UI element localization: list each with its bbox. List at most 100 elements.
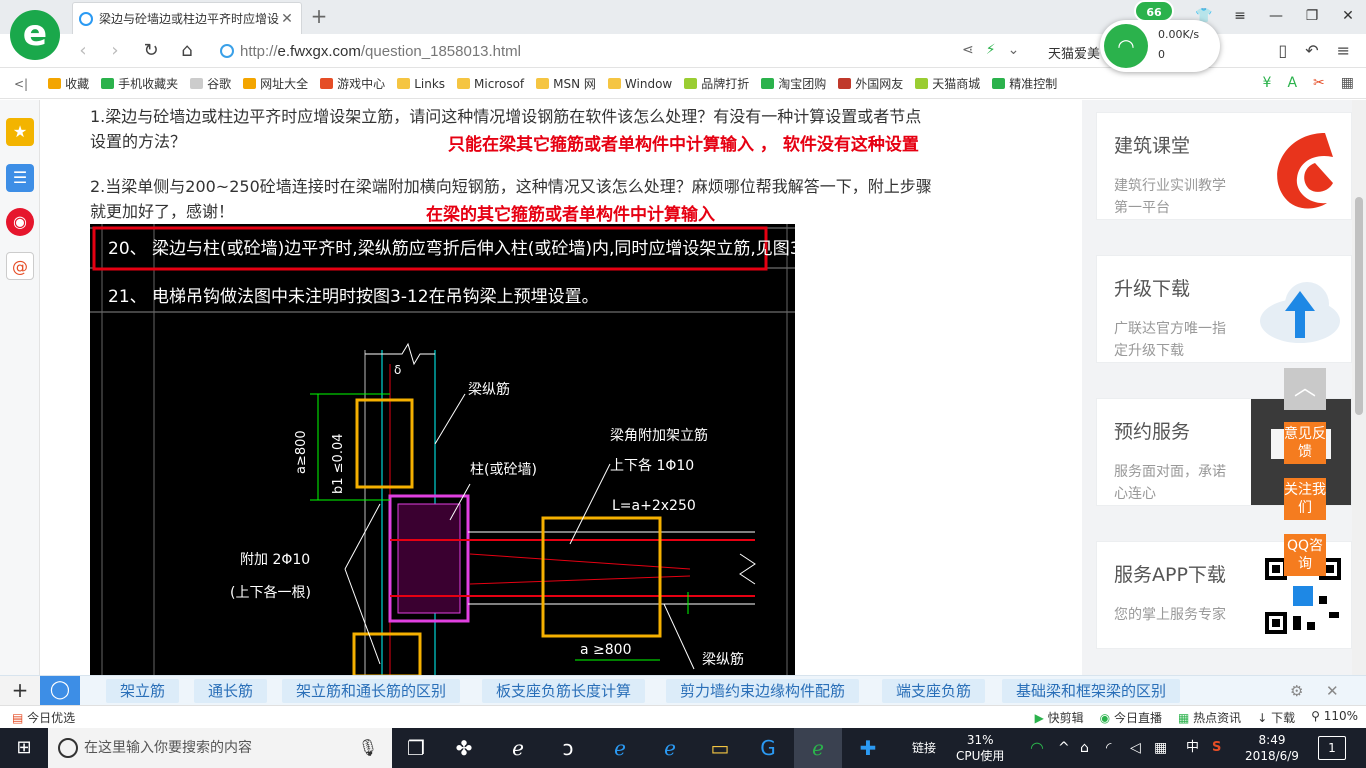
bookmark-item[interactable]: 收藏 xyxy=(48,75,89,92)
feedback-button[interactable]: 意见反馈 xyxy=(1284,422,1326,464)
page-scrollbar[interactable] xyxy=(1352,100,1366,675)
system-clock[interactable]: 8:49 2018/6/9 xyxy=(1242,732,1302,764)
forward-icon[interactable]: › xyxy=(104,40,126,61)
keyword-tag[interactable]: 架立筋和通长筋的区别 xyxy=(282,679,461,703)
bookmark-item[interactable]: MSN 网 xyxy=(536,75,596,92)
notification-center-icon[interactable]: 1 xyxy=(1318,736,1346,760)
undo-icon[interactable]: ↶ xyxy=(1305,41,1318,60)
close-window-button[interactable]: ✕ xyxy=(1330,0,1366,34)
ie-icon[interactable]: ℯ xyxy=(646,728,694,768)
bookmark-item[interactable]: 游戏中心 xyxy=(320,75,385,92)
menu-icon[interactable]: ≡ xyxy=(1222,0,1258,34)
bookmark-item[interactable]: 品牌打折 xyxy=(684,75,749,92)
bookmark-item[interactable]: 谷歌 xyxy=(190,75,231,92)
card-upgrade-download[interactable]: 升级下载 广联达官方唯一指定升级下载 xyxy=(1096,255,1352,363)
cad-note-21: 21、 电梯吊钩做法图中未注明时按图3-12在吊钩梁上预埋设置。 xyxy=(108,287,599,307)
taskbar-search[interactable]: 在这里输入你要搜索的内容 🎙 xyxy=(48,728,392,768)
wifi-icon: ◠ xyxy=(1104,24,1148,68)
zoom-level[interactable]: ⚲ 110% xyxy=(1311,709,1358,726)
keyword-tag[interactable]: 剪力墙约束边缘构件配筋 xyxy=(666,679,860,703)
qq-consult-button[interactable]: QQ咨询 xyxy=(1284,534,1326,576)
bookmark-item[interactable]: Links xyxy=(397,75,445,92)
sogou-icon[interactable]: S xyxy=(1212,728,1221,768)
keyword-tag[interactable]: 架立筋 xyxy=(106,679,180,703)
minimize-button[interactable]: — xyxy=(1258,0,1294,34)
bookmark-item[interactable]: 淘宝团购 xyxy=(761,75,826,92)
quick-clip-button[interactable]: ▶ 快剪辑 xyxy=(1035,709,1084,726)
app-plus-icon[interactable]: ✚ xyxy=(844,728,892,768)
search-circle-icon[interactable]: ◯ xyxy=(40,676,80,706)
hot-news-button[interactable]: ▦ 热点资讯 xyxy=(1178,709,1241,726)
microphone-icon[interactable]: 🎙 xyxy=(358,728,378,768)
email-icon[interactable]: @ xyxy=(6,252,34,280)
keyword-tag[interactable]: 通长筋 xyxy=(194,679,268,703)
favorites-star-icon[interactable]: ★ xyxy=(6,118,34,146)
scrollbar-thumb[interactable] xyxy=(1355,197,1363,415)
yen-icon[interactable]: ¥ xyxy=(1263,75,1272,91)
bookmark-item[interactable]: 手机收藏夹 xyxy=(101,75,178,92)
links-toolbar[interactable]: 链接 xyxy=(912,728,936,768)
wireless-icon[interactable]: ◜ xyxy=(1106,728,1111,768)
browser-tab[interactable]: 梁边与砼墙边或柱边平齐时应增设架立筋 ✕ xyxy=(72,2,302,34)
keyword-tag[interactable]: 基础梁和框架梁的区别 xyxy=(1002,679,1181,703)
windows-start-icon[interactable]: ⊞ xyxy=(0,728,48,768)
restore-button[interactable]: ❐ xyxy=(1294,0,1330,34)
browser-taskbar-icon[interactable]: ℯ xyxy=(794,728,842,768)
more-icon[interactable]: ≡ xyxy=(1337,41,1350,60)
chevron-down-icon[interactable]: ⌄ xyxy=(1008,42,1020,58)
network-speed-widget[interactable]: 66 ◠ 0.00K/s 0 xyxy=(1100,0,1220,72)
bookmark-item[interactable]: Microsof xyxy=(457,75,524,92)
back-to-top-button[interactable]: ︿ xyxy=(1284,368,1326,410)
keyword-tag[interactable]: 板支座负筋长度计算 xyxy=(482,679,646,703)
translate-icon[interactable]: A xyxy=(1287,75,1297,91)
scissors-icon[interactable]: ✂ xyxy=(1313,75,1325,91)
bookmark-label: 品牌打折 xyxy=(701,77,750,91)
bookmark-icon xyxy=(992,78,1006,89)
edge-icon[interactable]: ℯ xyxy=(596,728,644,768)
settings-gear-icon[interactable]: ⚙ xyxy=(1290,682,1303,700)
bookmark-item[interactable]: 外国网友 xyxy=(838,75,903,92)
file-explorer-icon[interactable]: ▭ xyxy=(696,728,744,768)
back-icon[interactable]: ‹ xyxy=(72,40,94,61)
show-hidden-icons[interactable]: ^ xyxy=(1058,728,1070,768)
follow-us-button[interactable]: 关注我们 xyxy=(1284,478,1326,520)
lightning-icon[interactable]: ⚡ xyxy=(986,42,996,58)
close-keyword-bar-icon[interactable]: ✕ xyxy=(1326,682,1339,700)
bookmark-item[interactable]: 精准控制 xyxy=(992,75,1057,92)
app-spiral-icon[interactable]: ↄ xyxy=(544,728,592,768)
card-architecture-class[interactable]: 建筑课堂 建筑行业实训教学第一平台 xyxy=(1096,112,1352,220)
bookmark-label: 外国网友 xyxy=(855,77,904,91)
grid-icon[interactable]: ▦ xyxy=(1341,75,1354,91)
bookmark-item[interactable]: 网址大全 xyxy=(243,75,308,92)
bookmark-item[interactable]: 天猫商城 xyxy=(915,75,980,92)
new-tab-button[interactable]: + xyxy=(308,4,330,28)
ime-indicator[interactable]: 中 xyxy=(1186,728,1199,768)
volume-icon[interactable]: ◁ xyxy=(1130,728,1141,768)
sidebar-toggle-icon[interactable]: <| xyxy=(14,77,28,91)
keyboard-icon[interactable]: ▦ xyxy=(1154,728,1167,768)
home-icon[interactable]: ⌂ xyxy=(176,40,198,61)
keyword-tag[interactable]: 端支座负筋 xyxy=(882,679,986,703)
browser-logo-icon[interactable]: e xyxy=(10,10,60,60)
live-button[interactable]: ◉ 今日直播 xyxy=(1100,709,1162,726)
download-button[interactable]: ↓ 下载 xyxy=(1257,709,1295,726)
cad-note-20: 20、 梁边与柱(或砼墙)边平齐时,梁纵筋应弯折后伸入柱(或砼墙)内,同时应增设… xyxy=(108,239,795,259)
weibo-icon[interactable]: ◉ xyxy=(6,208,34,236)
phone-icon[interactable]: ▯ xyxy=(1278,41,1287,60)
share-icon[interactable]: ⋖ xyxy=(962,42,974,58)
bookmark-item[interactable]: Window xyxy=(607,75,672,92)
app-pinwheel-icon[interactable]: ✤ xyxy=(440,728,488,768)
reader-list-icon[interactable]: ☰ xyxy=(6,164,34,192)
bookmark-extensions: ¥ A ✂ ▦ xyxy=(1263,75,1354,91)
close-tab-icon[interactable]: ✕ xyxy=(279,11,295,27)
task-view-icon[interactable]: ❐ xyxy=(392,728,440,768)
app-e-icon[interactable]: ℯ xyxy=(494,728,542,768)
address-bar[interactable]: http://e.fwxgx.com/question_1858013.html xyxy=(220,38,1040,64)
glodon-app-icon[interactable]: G xyxy=(744,728,792,768)
add-icon[interactable]: + xyxy=(0,676,40,706)
refresh-icon[interactable]: ↻ xyxy=(140,40,162,61)
today-picks[interactable]: ▤ 今日优选 xyxy=(12,709,75,726)
wifi-tray-icon[interactable]: ◠ xyxy=(1030,728,1044,768)
network-icon[interactable]: ⌂ xyxy=(1080,728,1089,768)
cad-label-long-rebar: 梁纵筋 xyxy=(468,381,510,398)
